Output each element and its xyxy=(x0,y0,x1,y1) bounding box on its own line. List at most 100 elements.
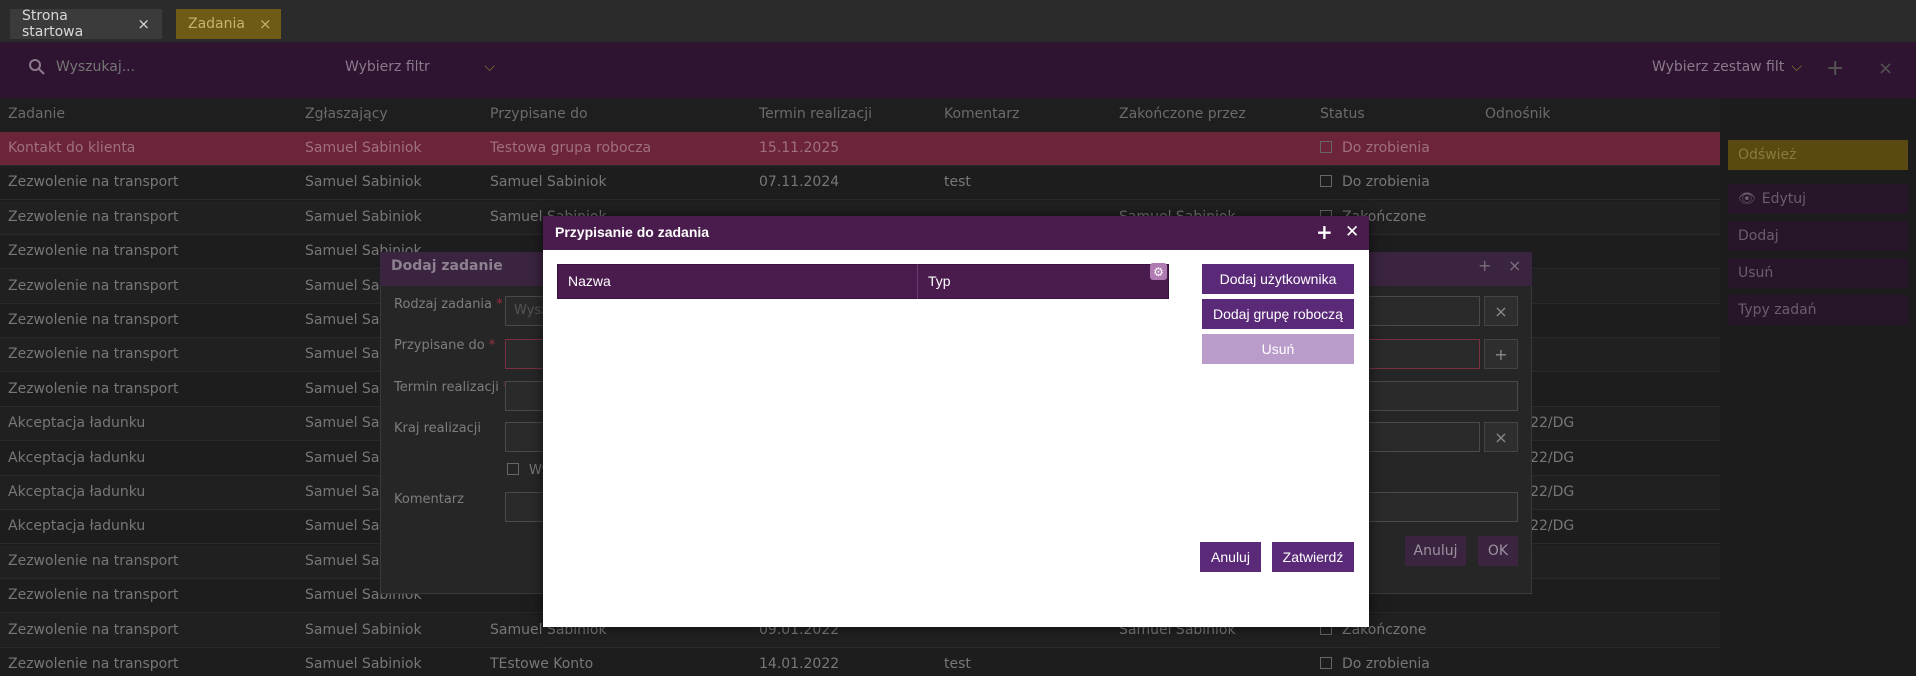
cell-status: Do zrobienia xyxy=(1320,140,1430,156)
filter-select[interactable]: Wybierz filtr ⌵ xyxy=(345,55,495,79)
comment-label: Komentarz xyxy=(394,492,464,507)
column-header[interactable]: Komentarz xyxy=(944,106,1019,122)
cell-text: 15.11.2025 xyxy=(759,140,840,156)
tab-tasks[interactable]: Zadania × xyxy=(176,9,281,39)
search-input[interactable] xyxy=(56,55,336,79)
ok-button[interactable]: OK xyxy=(1478,536,1518,566)
cell-task: Akceptacja ładunku xyxy=(8,415,145,431)
cell-task: Zezwolenie na transport xyxy=(8,553,179,569)
tab-label: Zadania xyxy=(188,16,245,32)
status-checkbox[interactable] xyxy=(1320,657,1332,669)
close-icon[interactable]: × xyxy=(137,15,150,33)
chevron-down-icon: ⌵ xyxy=(484,59,495,75)
due-date-label: Termin realizacji * xyxy=(394,380,510,395)
cell-text: Do zrobienia xyxy=(1342,656,1430,672)
table-row[interactable]: Zezwolenie na transport Samuel Sabiniok TE… xyxy=(0,648,1720,676)
cell-task: Zezwolenie na transport xyxy=(8,656,179,672)
cell-task: Zezwolenie na transport xyxy=(8,587,179,603)
task-type-label: Rodzaj zadania * xyxy=(394,297,503,312)
cell-text: Do zrobienia xyxy=(1342,140,1430,156)
cell-text: Akceptacja ładunku xyxy=(8,449,146,466)
cell-task: Zezwolenie na transport xyxy=(8,278,179,294)
cell-status: Do zrobienia xyxy=(1320,656,1430,672)
add-user-button[interactable]: Dodaj użytkownika xyxy=(1202,264,1354,294)
remove-button[interactable]: Usuń xyxy=(1728,258,1908,288)
column-header[interactable]: Zadanie xyxy=(8,106,65,122)
cell-text: Akceptacja ładunku xyxy=(8,518,146,535)
column-header[interactable]: Zakończone przez xyxy=(1119,106,1246,122)
cell-text: test xyxy=(944,656,971,672)
cell-text: Zezwolenie na transport xyxy=(8,346,179,363)
close-icon[interactable]: × xyxy=(1508,256,1521,275)
column-header[interactable]: Termin realizacji xyxy=(759,106,872,122)
add-workgroup-button[interactable]: Dodaj grupę roboczą xyxy=(1202,299,1354,329)
cell-assigned: Samuel Sabiniok xyxy=(490,174,607,190)
cell-due: 07.11.2024 xyxy=(759,174,839,190)
cell-text: Samuel Sabiniok xyxy=(490,174,607,191)
filter-set-label: Wybierz zestaw filt xyxy=(1652,59,1785,75)
filter-label: Wybierz filtr xyxy=(345,59,430,75)
cell-reporter: Samuel Sabiniok xyxy=(305,622,422,638)
chevron-down-icon: ⌵ xyxy=(1791,59,1802,75)
column-header[interactable]: Odnośnik xyxy=(1485,106,1551,122)
cell-task: Zezwolenie na transport xyxy=(8,312,179,328)
column-header[interactable]: Status xyxy=(1320,106,1365,122)
cell-text: Zezwolenie na transport xyxy=(8,277,179,294)
cell-task: Zezwolenie na transport xyxy=(8,381,179,397)
add-button[interactable]: Dodaj xyxy=(1728,221,1908,251)
clear-type-button[interactable]: × xyxy=(1484,296,1518,326)
remove-button[interactable]: Usuń xyxy=(1202,334,1354,364)
tab-bar xyxy=(0,0,1916,42)
column-divider xyxy=(917,264,918,299)
add-filter-set-icon[interactable]: + xyxy=(1826,56,1844,81)
checkbox[interactable] xyxy=(507,463,519,475)
tab-home[interactable]: Strona startowa × xyxy=(10,8,162,40)
add-assignee-button[interactable]: + xyxy=(1484,339,1518,369)
cell-task: Zezwolenie na transport xyxy=(8,209,179,225)
cell-task: Kontakt do klienta xyxy=(8,140,135,156)
refresh-button[interactable]: Odśwież xyxy=(1728,140,1908,170)
cell-text: TEstowe Konto xyxy=(490,656,594,672)
cell-reporter: Samuel Sabiniok xyxy=(305,656,422,672)
cancel-button[interactable]: Anuluj xyxy=(1405,536,1466,566)
confirm-button[interactable]: Zatwierdź xyxy=(1272,542,1354,572)
add-task-dialog-title: Dodaj zadanie xyxy=(391,258,503,274)
maximize-icon[interactable]: + xyxy=(1316,220,1333,244)
column-header-name[interactable]: Nazwa xyxy=(568,273,611,289)
cell-comment: test xyxy=(944,174,971,190)
column-header-type[interactable]: Typ xyxy=(928,273,951,289)
status-checkbox[interactable] xyxy=(1320,175,1332,188)
cell-text: Zezwolenie na transport xyxy=(8,312,179,328)
edit-button[interactable]: 👁 Edytuj xyxy=(1728,184,1908,214)
assignee-table-header xyxy=(557,264,1169,299)
column-header[interactable]: Przypisane do xyxy=(490,106,588,122)
cancel-button[interactable]: Anuluj xyxy=(1200,542,1261,572)
cell-text: Do zrobienia xyxy=(1342,174,1430,191)
cell-text: Kontakt do klienta xyxy=(8,140,136,156)
column-header[interactable]: Zgłaszający xyxy=(305,106,388,122)
cell-due: 14.01.2022 xyxy=(759,656,839,672)
task-types-button[interactable]: Typy zadań xyxy=(1728,295,1908,325)
cell-text: Samuel Sabiniok xyxy=(305,174,422,191)
table-row[interactable]: Zezwolenie na transport Samuel Sabiniok Sa… xyxy=(0,166,1720,201)
table-row[interactable]: Kontakt do klienta Samuel Sabiniok Testowa… xyxy=(0,132,1720,166)
country-label: Kraj realizacji xyxy=(394,421,481,436)
cell-text: Zezwolenie na transport xyxy=(8,174,179,191)
cell-task: Zezwolenie na transport xyxy=(8,243,179,259)
close-icon[interactable]: × xyxy=(259,15,272,33)
cell-text: Zezwolenie na transport xyxy=(8,656,179,672)
cell-reporter: Samuel Sabiniok xyxy=(305,174,422,190)
clear-filter-icon[interactable]: × xyxy=(1878,58,1893,79)
cell-text: 14.01.2022 xyxy=(759,656,840,672)
cell-assigned: Testowa grupa robocza xyxy=(490,140,651,156)
maximize-icon[interactable]: + xyxy=(1478,256,1491,275)
edit-label: Edytuj xyxy=(1761,191,1807,207)
filter-set-select[interactable]: Wybierz zestaw filt ⌵ xyxy=(1652,55,1802,79)
cell-task: Zezwolenie na transport xyxy=(8,346,179,362)
cell-text: Samuel Sabiniok xyxy=(305,140,422,156)
cell-text: Zezwolenie na transport xyxy=(8,243,179,260)
gear-icon[interactable]: ⚙ xyxy=(1150,263,1167,280)
status-checkbox[interactable] xyxy=(1320,141,1332,153)
clear-country-button[interactable]: × xyxy=(1484,422,1518,452)
close-icon[interactable]: ✕ xyxy=(1345,222,1359,242)
